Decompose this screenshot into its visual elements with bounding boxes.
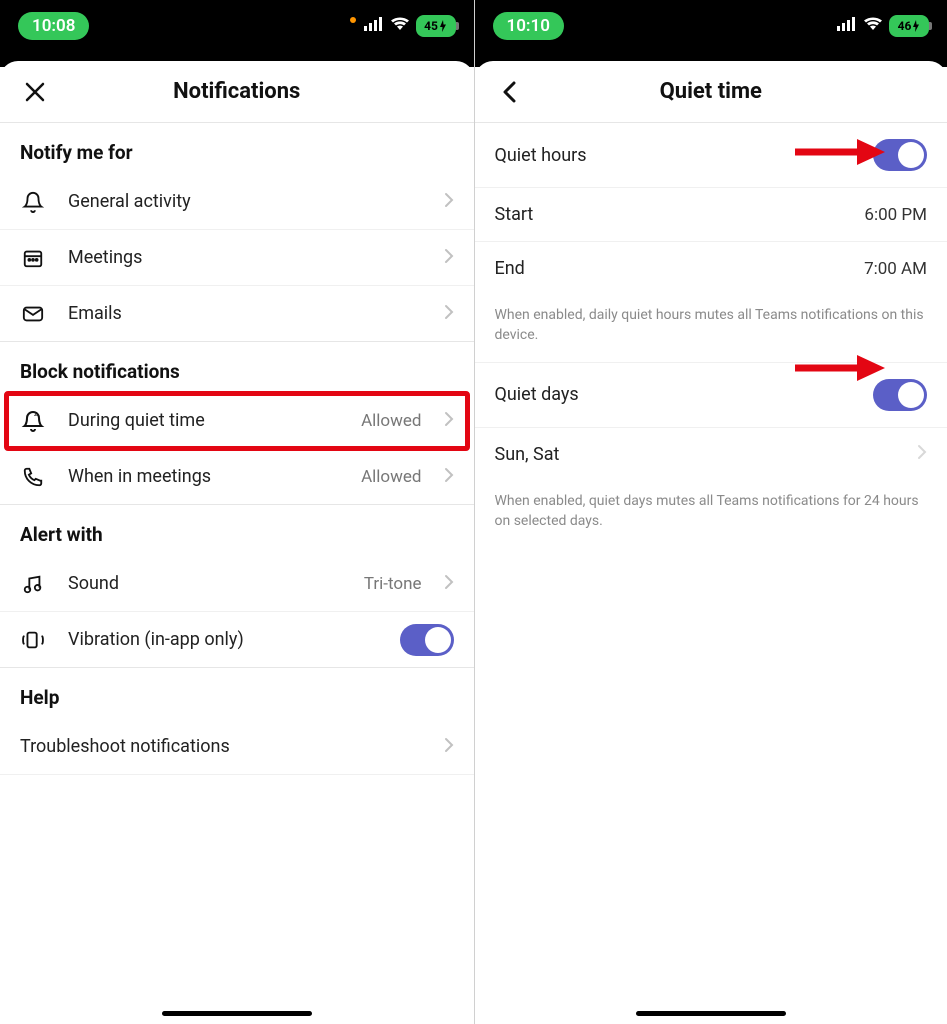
sheet-header: Quiet time xyxy=(475,61,947,123)
close-button[interactable] xyxy=(20,77,50,107)
row-label: End xyxy=(495,258,525,279)
row-label: Quiet days xyxy=(495,384,579,405)
quiet-hours-footer: When enabled, daily quiet hours mutes al… xyxy=(475,295,947,363)
page-title: Notifications xyxy=(173,79,300,104)
notifications-content: Notify me for General activity Meetings xyxy=(0,123,474,1024)
wifi-icon xyxy=(390,16,410,35)
row-label: Vibration (in-app only) xyxy=(68,629,378,650)
section-notify-me-for: Notify me for xyxy=(0,123,474,174)
status-bar: 10:10 46 xyxy=(475,0,947,55)
close-icon xyxy=(24,81,46,103)
section-help: Help xyxy=(0,668,474,719)
chevron-right-icon xyxy=(917,444,927,465)
row-when-in-meetings[interactable]: When in meetings Allowed xyxy=(0,449,474,505)
row-label: Sun, Sat xyxy=(495,444,560,465)
quiet-time-sheet: Quiet time Quiet hours Start 6:00 PM End… xyxy=(475,61,947,1024)
row-value: Allowed xyxy=(361,411,421,431)
status-bar: 10:08 45 xyxy=(0,0,474,55)
row-quiet-days[interactable]: Quiet days xyxy=(475,363,947,428)
row-value: 6:00 PM xyxy=(864,205,927,225)
calendar-icon xyxy=(20,247,46,269)
row-meetings[interactable]: Meetings xyxy=(0,230,474,286)
row-label: General activity xyxy=(68,191,422,212)
bell-icon xyxy=(20,191,46,213)
status-right: 45 xyxy=(350,15,456,37)
row-value: 7:00 AM xyxy=(864,259,927,279)
mail-icon xyxy=(20,305,46,323)
notifications-sheet: Notifications Notify me for General acti… xyxy=(0,61,474,1024)
recording-dot-icon xyxy=(350,17,356,23)
sound-icon xyxy=(20,573,46,595)
svg-text:z: z xyxy=(34,410,38,418)
section-alert-with: Alert with xyxy=(0,505,474,556)
home-indicator xyxy=(162,1011,312,1016)
row-general-activity[interactable]: General activity xyxy=(0,174,474,230)
row-quiet-hours[interactable]: Quiet hours xyxy=(475,123,947,188)
row-label: Emails xyxy=(68,303,422,324)
battery-icon: 45 xyxy=(416,15,456,37)
chevron-right-icon xyxy=(444,411,454,431)
quiet-days-footer: When enabled, quiet days mutes all Teams… xyxy=(475,481,947,548)
page-title: Quiet time xyxy=(660,79,762,104)
row-emails[interactable]: Emails xyxy=(0,286,474,342)
row-label: Sound xyxy=(68,573,342,594)
chevron-right-icon xyxy=(444,467,454,487)
time-pill: 10:10 xyxy=(493,12,564,40)
row-label: When in meetings xyxy=(68,466,339,487)
phone-left: 10:08 45 Notifications Notify me for xyxy=(0,0,474,1024)
row-start[interactable]: Start 6:00 PM xyxy=(475,188,947,242)
row-label: Meetings xyxy=(68,247,422,268)
row-end[interactable]: End 7:00 AM xyxy=(475,242,947,295)
quiet-time-content: Quiet hours Start 6:00 PM End 7:00 AM Wh… xyxy=(475,123,947,1024)
phone-icon xyxy=(20,466,46,488)
row-value: Allowed xyxy=(361,467,421,487)
quiet-days-toggle[interactable] xyxy=(873,379,927,411)
chevron-right-icon xyxy=(444,304,454,324)
chevron-right-icon xyxy=(444,192,454,212)
vibrate-icon xyxy=(20,629,46,651)
section-block-notifications: Block notifications xyxy=(0,342,474,393)
phone-right: 10:10 46 Quiet time Quiet hours Star xyxy=(474,0,947,1024)
row-label: During quiet time xyxy=(68,410,339,431)
row-label: Troubleshoot notifications xyxy=(20,736,444,757)
home-indicator xyxy=(636,1011,786,1016)
row-value: Tri-tone xyxy=(364,574,422,594)
row-troubleshoot[interactable]: Troubleshoot notifications xyxy=(0,719,474,775)
sheet-header: Notifications xyxy=(0,61,474,123)
back-button[interactable] xyxy=(495,77,525,107)
battery-icon: 46 xyxy=(889,15,929,37)
row-days[interactable]: Sun, Sat xyxy=(475,428,947,481)
signal-icon xyxy=(837,16,857,35)
chevron-right-icon xyxy=(444,737,454,757)
row-sound[interactable]: Sound Tri-tone xyxy=(0,556,474,612)
chevron-right-icon xyxy=(444,574,454,594)
wifi-icon xyxy=(863,16,883,35)
time-pill: 10:08 xyxy=(18,12,89,40)
row-label: Start xyxy=(495,204,534,225)
quiet-icon: z xyxy=(20,409,46,433)
row-vibration[interactable]: Vibration (in-app only) xyxy=(0,612,474,668)
chevron-right-icon xyxy=(444,248,454,268)
vibration-toggle[interactable] xyxy=(400,624,454,656)
quiet-hours-toggle[interactable] xyxy=(873,139,927,171)
signal-icon xyxy=(364,16,384,35)
row-during-quiet-time[interactable]: z During quiet time Allowed xyxy=(6,393,468,449)
status-right: 46 xyxy=(837,15,929,37)
chevron-left-icon xyxy=(502,81,518,103)
row-label: Quiet hours xyxy=(495,145,587,166)
